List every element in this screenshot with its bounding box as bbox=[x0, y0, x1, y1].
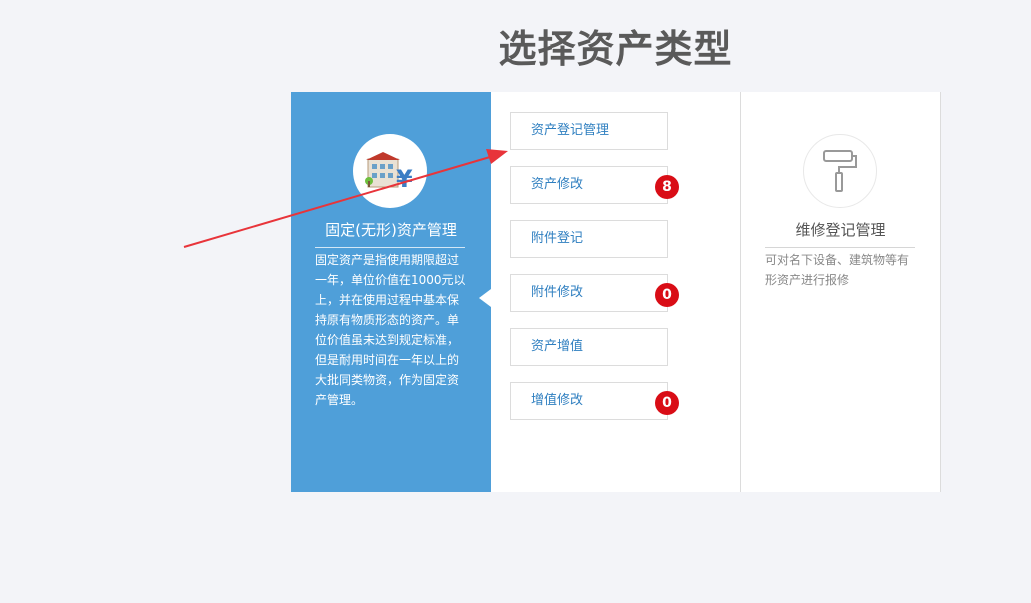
attachment-modify-button[interactable]: 附件修改 bbox=[510, 274, 668, 312]
repair-register-title: 维修登记管理 bbox=[795, 221, 886, 239]
fixed-asset-description: 固定资产是指使用期限超过一年，单位价值在1000元以上，并在使用过程中基本保持原… bbox=[315, 253, 466, 407]
appreciation-modify-count-badge: 0 bbox=[655, 391, 679, 415]
selection-pointer bbox=[479, 289, 491, 307]
repair-register-card[interactable]: 维修登记管理 可对名下设备、建筑物等有形资产进行报修 bbox=[741, 92, 941, 492]
svg-text:¥: ¥ bbox=[396, 165, 413, 191]
fixed-asset-divider bbox=[315, 247, 465, 248]
repair-icon-circle bbox=[803, 134, 877, 208]
attachment-modify-count-badge: 0 bbox=[655, 283, 679, 307]
appreciation-modify-button[interactable]: 增值修改 bbox=[510, 382, 668, 420]
asset-modify-button[interactable]: 资产修改 bbox=[510, 166, 668, 204]
asset-menu-panel: 资产登记管理 资产修改 8 附件登记 附件修改 0 资产增值 增值修改 0 bbox=[491, 92, 741, 492]
building-yen-icon: ¥ bbox=[365, 152, 413, 191]
page: 选择资产类型 ¥ 固定(无形)资产管理 固定资产是指使用期限超过一年，单位价值在… bbox=[0, 0, 1031, 603]
asset-modify-count-badge: 8 bbox=[655, 175, 679, 199]
attachment-register-button[interactable]: 附件登记 bbox=[510, 220, 668, 258]
fixed-asset-card[interactable]: ¥ 固定(无形)资产管理 固定资产是指使用期限超过一年，单位价值在1000元以上… bbox=[291, 92, 491, 492]
page-title: 选择资产类型 bbox=[498, 27, 733, 71]
repair-register-description: 可对名下设备、建筑物等有形资产进行报修 bbox=[765, 253, 910, 287]
paint-roller-icon bbox=[823, 150, 857, 192]
repair-divider bbox=[765, 247, 915, 248]
fixed-asset-icon-circle: ¥ bbox=[353, 134, 427, 208]
asset-appreciation-button[interactable]: 资产增值 bbox=[510, 328, 668, 366]
asset-register-button[interactable]: 资产登记管理 bbox=[510, 112, 668, 150]
fixed-asset-title: 固定(无形)资产管理 bbox=[325, 221, 457, 239]
